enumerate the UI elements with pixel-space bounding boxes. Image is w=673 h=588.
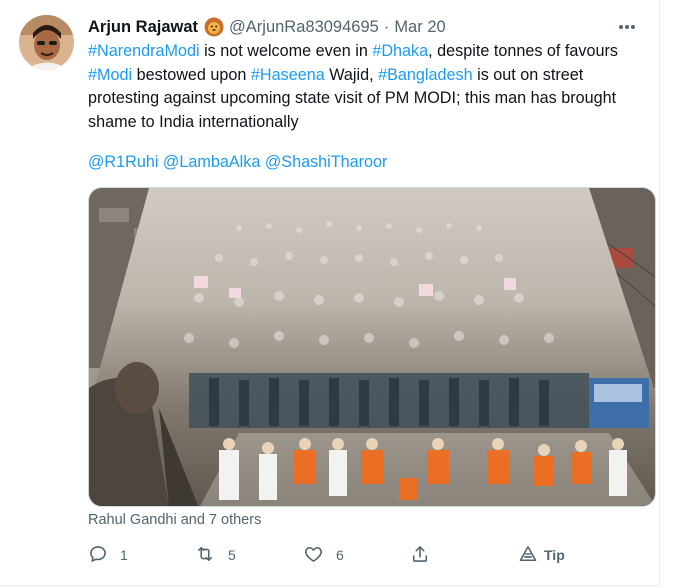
tweet-text-segment: , despite tonnes of favours: [428, 42, 619, 60]
tweet-text-line: protesting against upcoming state visit …: [88, 87, 653, 111]
mentions: @R1Ruhi @LambaAlka @ShashiTharoor: [88, 151, 387, 174]
hashtag-link[interactable]: #Haseena: [251, 66, 325, 84]
more-options-icon[interactable]: [616, 17, 638, 37]
author-name[interactable]: Arjun Rajawat: [88, 18, 198, 37]
mention-link[interactable]: @LambaAlka: [163, 153, 260, 171]
share-button[interactable]: [410, 543, 430, 567]
retweet-count: 5: [228, 547, 236, 563]
hashtag-link[interactable]: #Modi: [88, 66, 132, 84]
tweet-text-segment: is out on street: [472, 65, 584, 84]
lion-emoji-icon: [204, 17, 224, 37]
reply-icon: [88, 544, 108, 567]
header-separator: ·: [383, 17, 390, 36]
hashtag-link[interactable]: #Bangladesh: [378, 66, 473, 84]
liked-by-text[interactable]: Rahul Gandhi and 7 others: [88, 512, 261, 528]
tweet-text-segment: is not welcome even in: [199, 42, 373, 60]
tweet-text-segment: bestowed upon: [132, 65, 251, 84]
tip-label: Tip: [544, 547, 565, 563]
reply-button[interactable]: 1: [88, 543, 128, 567]
tweet-card: Arjun Rajawat @ArjunRa83094695 · Mar 20 …: [0, 0, 660, 586]
tweet-text-line: shame to India internationally: [88, 111, 653, 135]
tip-icon: [518, 544, 538, 567]
like-button[interactable]: 6: [303, 543, 344, 567]
tweet-text: #NarendraModi is not welcome even in #Dh…: [88, 40, 653, 134]
tweet-photo[interactable]: [88, 187, 656, 507]
retweet-icon: [194, 544, 216, 567]
share-icon: [410, 544, 430, 567]
photo-protest-crowd: [89, 188, 655, 506]
like-count: 6: [336, 547, 344, 563]
heart-icon: [303, 544, 324, 567]
reply-count: 1: [120, 547, 128, 563]
tweet-text-line: #NarendraModi is not welcome even in #Dh…: [88, 40, 653, 64]
tweet-text-segment: shame to India internationally: [88, 112, 299, 131]
tweet-text-segment: protesting against upcoming state visit …: [88, 89, 617, 107]
tip-button[interactable]: Tip: [518, 543, 565, 567]
mention-link[interactable]: @R1Ruhi: [88, 153, 158, 171]
tweet-actions: 1 5 6 Tip: [88, 543, 648, 567]
author-handle[interactable]: @ArjunRa83094695: [229, 18, 379, 37]
retweet-button[interactable]: 5: [194, 543, 236, 567]
tweet-text-line: #Modi bestowed upon #Haseena Wajid, #Ban…: [88, 64, 653, 88]
tweet-text-segment: Wajid,: [324, 65, 379, 84]
tweet-header: Arjun Rajawat @ArjunRa83094695 · Mar 20: [88, 15, 446, 39]
mention-link[interactable]: @ShashiTharoor: [265, 153, 388, 171]
tweet-date[interactable]: Mar 20: [394, 18, 445, 37]
avatar[interactable]: [19, 15, 74, 70]
hashtag-link[interactable]: #Dhaka: [372, 42, 428, 60]
hashtag-link[interactable]: #NarendraModi: [88, 42, 200, 60]
